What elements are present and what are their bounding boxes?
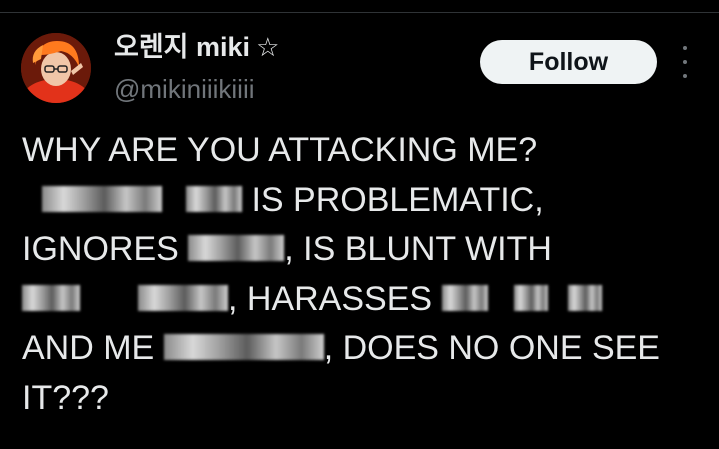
redaction-blur — [22, 284, 80, 311]
tweet-line-text: IS PROBLEMATIC, — [251, 180, 544, 219]
tweet-line: IS PROBLEMATIC, — [22, 176, 712, 226]
redaction-blur — [567, 284, 602, 311]
tweet-line-text: , IS BLUNT WITH — [284, 230, 552, 268]
redaction-blur — [188, 235, 285, 262]
more-vertical-icon[interactable] — [676, 46, 694, 78]
redaction-blur — [42, 185, 162, 212]
tweet-line: IT??? — [22, 374, 712, 424]
redaction-blur — [513, 284, 548, 311]
tweet-line-text: IGNORES — [22, 230, 179, 268]
tweet-line: AND ME , DOES NO ONE SEE — [22, 324, 712, 374]
avatar[interactable] — [21, 33, 91, 103]
redaction-blur — [163, 334, 324, 361]
tweet-line-text: , HARASSES — [228, 279, 433, 318]
follow-button[interactable]: Follow — [480, 40, 657, 84]
tweet-line-text: IT??? — [22, 378, 109, 417]
tweet-text: WHY ARE YOU ATTACKING ME? IS PROBLEMATIC… — [22, 126, 712, 423]
display-name-text: 오렌지 miki — [114, 32, 251, 62]
tweet-line-text: AND ME — [22, 329, 155, 367]
author-handle[interactable]: @mikiniiikiiii — [114, 72, 255, 106]
top-divider — [0, 0, 719, 13]
tweet-line: , HARASSES — [22, 275, 712, 325]
star-outline-icon: ☆ — [256, 32, 280, 62]
tweet-line: IGNORES , IS BLUNT WITH — [22, 225, 712, 275]
author-display-name[interactable]: 오렌지 miki ☆ — [114, 30, 279, 64]
tweet-line-text: WHY ARE YOU ATTACKING ME? — [22, 131, 538, 169]
redaction-blur — [138, 284, 228, 311]
tweet-line: WHY ARE YOU ATTACKING ME? — [22, 126, 712, 176]
tweet-line-text: , DOES NO ONE SEE — [323, 329, 660, 367]
avatar-image — [21, 33, 91, 103]
follow-button-label: Follow — [528, 47, 609, 76]
redaction-blur — [441, 284, 488, 311]
redaction-blur — [186, 185, 242, 212]
